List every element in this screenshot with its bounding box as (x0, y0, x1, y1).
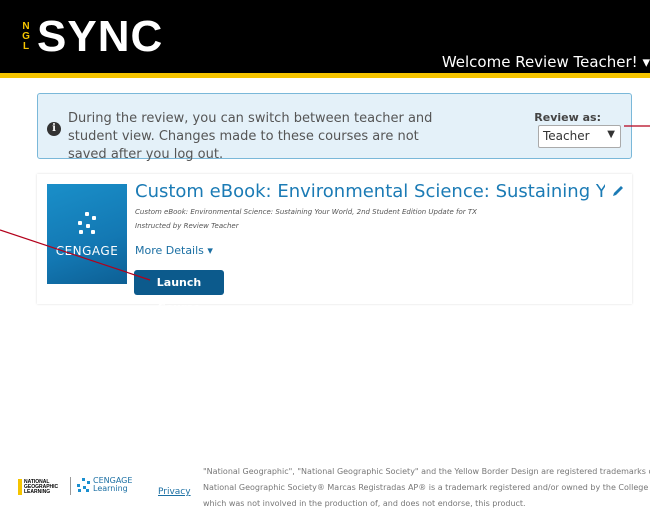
privacy-link[interactable]: Privacy (158, 487, 191, 497)
header-yellow-border (0, 73, 650, 78)
course-title-link[interactable]: Custom eBook: Environmental Science: Sus… (135, 181, 605, 202)
footer-logo-divider (70, 477, 71, 495)
review-as-selected-value: Teacher (543, 129, 590, 143)
page-footer: NATIONAL GEOGRAPHIC LEARNING CENGAGE Lea… (0, 455, 650, 508)
learning-logo-word: Learning (93, 484, 128, 493)
review-message: During the review, you can switch betwee… (68, 111, 433, 162)
review-info-panel: i During the review, you can switch betw… (37, 93, 632, 162)
natgeo-learning-logo: NATIONAL GEOGRAPHIC LEARNING (18, 477, 58, 497)
ngl-sync-logo[interactable]: N G L SYNC (18, 14, 163, 60)
more-details-toggle[interactable]: More Details ▾ (135, 244, 213, 257)
legal-line-1: "National Geographic", "National Geograp… (203, 467, 650, 476)
pencil-edit-icon[interactable] (611, 184, 625, 198)
chevron-down-icon: ▼ (607, 129, 615, 140)
legal-line-3: which was not involved in the production… (203, 499, 526, 508)
review-as-label: Review as: (534, 111, 601, 124)
cengage-logo-mark-icon (75, 212, 99, 236)
caret-down-icon: ▾ (642, 53, 650, 71)
ngl-letter-l: L (22, 41, 30, 52)
caret-down-icon: ▾ (207, 244, 213, 257)
cover-brand-text: CENGAGE (55, 244, 119, 258)
course-cover-image[interactable]: CENGAGE (47, 184, 127, 284)
cengage-logo-text: CENGAGE Learning (93, 477, 132, 493)
sync-wordmark: SYNC (37, 14, 163, 60)
review-as-select[interactable]: Teacher ▼ (538, 125, 621, 148)
course-card: CENGAGE Custom eBook: Environmental Scie… (37, 174, 632, 314)
cengage-mark-icon (76, 478, 90, 492)
cengage-learning-logo: CENGAGE Learning (76, 477, 132, 493)
sync-wordmark-text: SYNC (37, 12, 164, 61)
app-header: N G L SYNC Welcome Review Teacher! ▾ (0, 0, 650, 76)
course-subtitle: Custom eBook: Environmental Science: Sus… (135, 208, 477, 216)
welcome-user-menu[interactable]: Welcome Review Teacher! ▾ (442, 53, 650, 71)
info-icon: i (47, 122, 61, 136)
launch-course-button[interactable]: Launch Course (134, 270, 224, 314)
yellow-border-icon (18, 479, 22, 495)
more-details-label: More Details (135, 244, 204, 257)
welcome-text: Welcome Review Teacher! (441, 53, 638, 71)
legal-line-2: National Geographic Society® Marcas Regi… (203, 483, 650, 492)
course-instructor: Instructed by Review Teacher (135, 222, 239, 230)
legal-notice: "National Geographic", "National Geograp… (203, 464, 650, 508)
ngl-mark: N G L (18, 22, 34, 52)
natgeo-logo-text: NATIONAL GEOGRAPHIC LEARNING (24, 478, 59, 495)
